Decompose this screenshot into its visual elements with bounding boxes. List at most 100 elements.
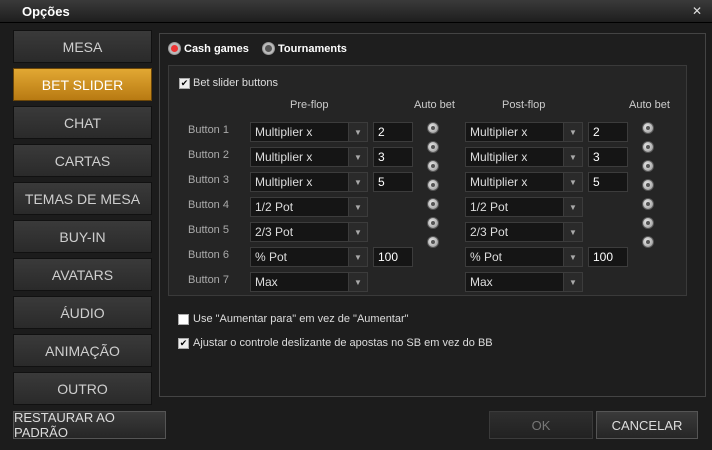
preflop-select[interactable]: Multiplier x ▼: [250, 147, 368, 167]
radio-tournaments-label: Tournaments: [278, 42, 347, 55]
autobet-pre-radio[interactable]: [427, 217, 439, 229]
chevron-down-icon: ▼: [348, 123, 367, 141]
row-label: Button 3: [188, 174, 229, 186]
preflop-select[interactable]: Multiplier x ▼: [250, 172, 368, 192]
postflop-value-input[interactable]: 100: [588, 247, 628, 267]
ok-button[interactable]: OK: [489, 411, 593, 439]
tab-animacao[interactable]: ANIMAÇÃO: [13, 334, 152, 367]
tab-cartas[interactable]: CARTAS: [13, 144, 152, 177]
tab-chat[interactable]: CHAT: [13, 106, 152, 139]
select-value: 2/3 Pot: [255, 225, 294, 239]
postflop-select[interactable]: Max ▼: [465, 272, 583, 292]
preflop-select[interactable]: Max ▼: [250, 272, 368, 292]
radio-unselected-icon: [262, 42, 275, 55]
preflop-select[interactable]: Multiplier x ▼: [250, 122, 368, 142]
preflop-select[interactable]: % Pot ▼: [250, 247, 368, 267]
select-value: Max: [255, 275, 278, 289]
radio-selected-icon: [168, 42, 181, 55]
tab-mesa[interactable]: MESA: [13, 30, 152, 63]
chevron-down-icon: ▼: [563, 198, 582, 216]
select-value: 1/2 Pot: [255, 200, 294, 214]
select-value: 1/2 Pot: [470, 200, 509, 214]
postflop-select[interactable]: % Pot ▼: [465, 247, 583, 267]
bet-slider-buttons-label: Bet slider buttons: [193, 77, 278, 89]
radio-cash-games[interactable]: Cash games: [168, 42, 249, 55]
tab-audio[interactable]: ÁUDIO: [13, 296, 152, 329]
autobet-pre-radio[interactable]: [427, 160, 439, 172]
postflop-select[interactable]: Multiplier x ▼: [465, 147, 583, 167]
postflop-select[interactable]: Multiplier x ▼: [465, 122, 583, 142]
select-value: 2/3 Pot: [470, 225, 509, 239]
select-value: Max: [470, 275, 493, 289]
postflop-select[interactable]: 2/3 Pot ▼: [465, 222, 583, 242]
close-icon[interactable]: ✕: [692, 4, 702, 18]
autobet-pre-radio[interactable]: [427, 198, 439, 210]
autobet-pre-radio[interactable]: [427, 179, 439, 191]
tab-bet-slider[interactable]: BET SLIDER: [13, 68, 152, 101]
chevron-down-icon: ▼: [348, 198, 367, 216]
autobet-post-radio[interactable]: [642, 217, 654, 229]
radio-tournaments[interactable]: Tournaments: [262, 42, 347, 55]
chevron-down-icon: ▼: [563, 123, 582, 141]
preflop-value-input[interactable]: 5: [373, 172, 413, 192]
tab-avatars[interactable]: AVATARS: [13, 258, 152, 291]
postflop-value-input[interactable]: 5: [588, 172, 628, 192]
preflop-value-input[interactable]: 2: [373, 122, 413, 142]
chevron-down-icon: ▼: [348, 248, 367, 266]
autobet-pre-radio[interactable]: [427, 122, 439, 134]
checkbox-unchecked-icon: [178, 313, 189, 325]
raise-to-label: Use "Aumentar para" em vez de "Aumentar": [193, 313, 409, 325]
postflop-value-input[interactable]: 3: [588, 147, 628, 167]
row-label: Button 2: [188, 149, 229, 161]
restore-defaults-button[interactable]: RESTAURAR AO PADRÃO: [13, 410, 166, 440]
checkbox-checked-icon: ✔: [178, 337, 189, 349]
preflop-value-input[interactable]: 3: [373, 147, 413, 167]
tab-outro[interactable]: OUTRO: [13, 372, 152, 405]
row-label: Button 1: [188, 124, 229, 136]
chevron-down-icon: ▼: [563, 223, 582, 241]
chevron-down-icon: ▼: [348, 148, 367, 166]
tab-buy-in[interactable]: BUY-IN: [13, 220, 152, 253]
select-value: Multiplier x: [255, 150, 313, 164]
select-value: Multiplier x: [255, 125, 313, 139]
header-autobet-post: Auto bet: [629, 99, 670, 111]
radio-cash-games-label: Cash games: [184, 42, 249, 55]
autobet-post-radio[interactable]: [642, 198, 654, 210]
postflop-select[interactable]: 1/2 Pot ▼: [465, 197, 583, 217]
select-value: Multiplier x: [470, 150, 528, 164]
select-value: Multiplier x: [470, 175, 528, 189]
chevron-down-icon: ▼: [348, 223, 367, 241]
titlebar: Opções ✕: [0, 0, 712, 23]
bet-slider-buttons-checkbox[interactable]: ✔ Bet slider buttons: [179, 77, 278, 89]
preflop-select[interactable]: 1/2 Pot ▼: [250, 197, 368, 217]
autobet-post-radio[interactable]: [642, 122, 654, 134]
autobet-post-radio[interactable]: [642, 160, 654, 172]
window-title: Opções: [22, 4, 70, 19]
autobet-post-radio[interactable]: [642, 236, 654, 248]
autobet-pre-radio[interactable]: [427, 141, 439, 153]
select-value: Multiplier x: [470, 125, 528, 139]
chevron-down-icon: ▼: [563, 273, 582, 291]
sb-slider-checkbox[interactable]: ✔ Ajustar o controle deslizante de apost…: [178, 337, 493, 349]
sb-slider-label: Ajustar o controle deslizante de apostas…: [193, 337, 493, 349]
header-preflop: Pre-flop: [290, 99, 329, 111]
preflop-value-input[interactable]: 100: [373, 247, 413, 267]
chevron-down-icon: ▼: [348, 273, 367, 291]
chevron-down-icon: ▼: [563, 173, 582, 191]
row-label: Button 7: [188, 274, 229, 286]
options-window: Opções ✕ MESA BET SLIDER CHAT CARTAS TEM…: [0, 0, 712, 450]
raise-to-checkbox[interactable]: Use "Aumentar para" em vez de "Aumentar": [178, 313, 409, 325]
postflop-select[interactable]: Multiplier x ▼: [465, 172, 583, 192]
row-label: Button 4: [188, 199, 229, 211]
autobet-post-radio[interactable]: [642, 141, 654, 153]
tab-temas-de-mesa[interactable]: TEMAS DE MESA: [13, 182, 152, 215]
autobet-post-radio[interactable]: [642, 179, 654, 191]
autobet-pre-radio[interactable]: [427, 236, 439, 248]
postflop-value-input[interactable]: 2: [588, 122, 628, 142]
header-postflop: Post-flop: [502, 99, 546, 111]
select-value: % Pot: [470, 250, 503, 264]
checkbox-checked-icon: ✔: [179, 77, 190, 89]
preflop-select[interactable]: 2/3 Pot ▼: [250, 222, 368, 242]
cancel-button[interactable]: CANCELAR: [596, 411, 698, 439]
chevron-down-icon: ▼: [348, 173, 367, 191]
